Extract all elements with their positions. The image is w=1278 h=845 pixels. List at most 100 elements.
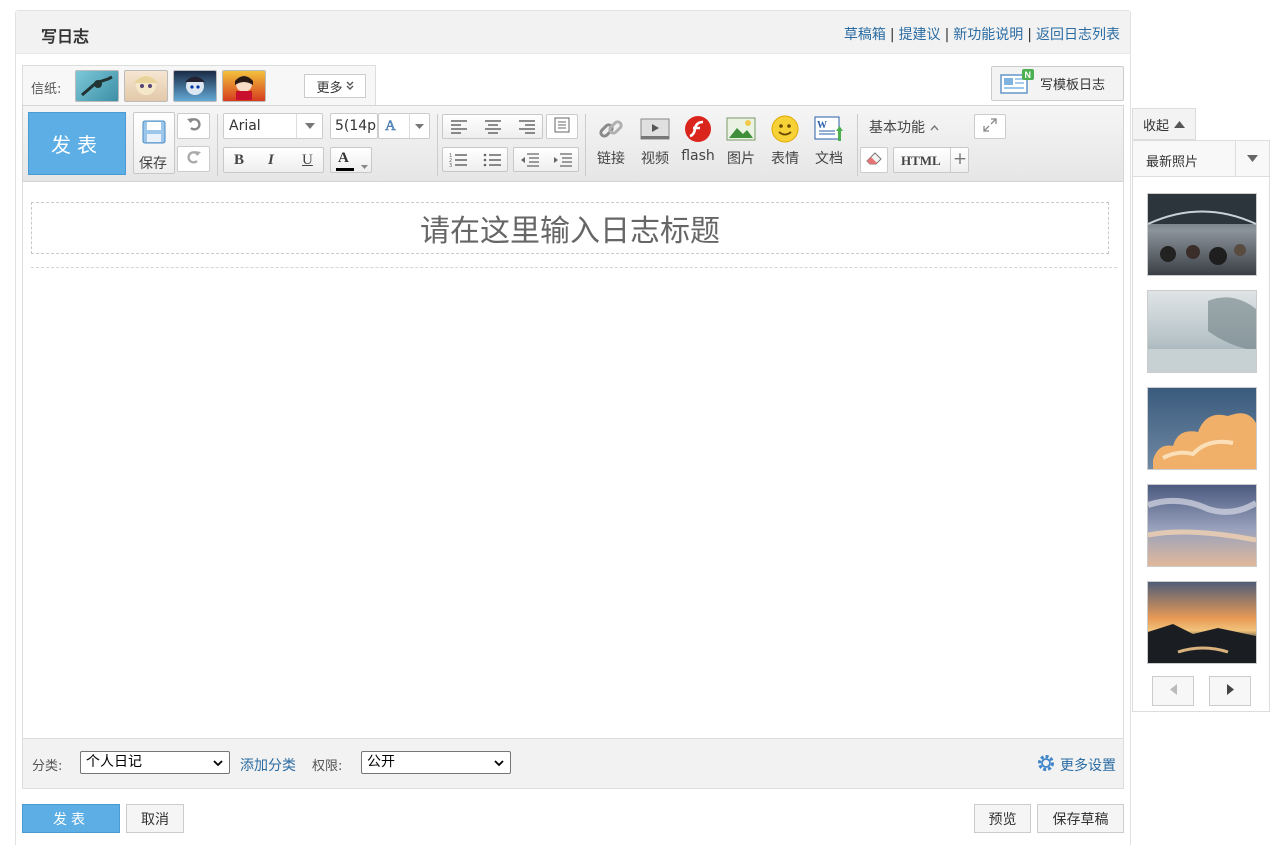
preview-button[interactable]: 预览 (974, 804, 1031, 833)
editor-area[interactable]: 请在这里输入日志标题 (22, 182, 1124, 738)
ordered-list-icon[interactable]: 123 (449, 153, 467, 171)
link-separator: | (889, 27, 895, 43)
add-category-link[interactable]: 添加分类 (240, 755, 296, 775)
insert-image-label: 图片 (727, 151, 755, 167)
category-select[interactable]: 个人日记 (80, 751, 230, 774)
font-size-value: 5(14px) (335, 118, 377, 134)
photo-thumbnail[interactable] (1147, 193, 1257, 276)
html-source-group: HTML + (893, 147, 969, 173)
basic-features-label: 基本功能 (869, 120, 925, 136)
chevron-up-icon (930, 119, 939, 135)
header-links: 草稿箱 | 提建议 | 新功能说明 | 返回日志列表 (844, 24, 1120, 44)
save-button[interactable]: 保存 (133, 112, 175, 174)
stationery-thumb[interactable] (124, 70, 168, 102)
underline-button[interactable]: U (302, 152, 313, 169)
photos-dropdown-button[interactable] (1235, 141, 1269, 176)
permission-select[interactable]: 公开 (361, 751, 511, 774)
toolbar-divider (585, 114, 586, 176)
flash-icon (683, 114, 713, 144)
plus-icon[interactable]: + (950, 148, 969, 172)
clear-format-button[interactable] (860, 147, 888, 173)
photo-thumbnail[interactable] (1147, 581, 1257, 664)
insert-video-label: 视频 (641, 151, 669, 167)
fullscreen-button[interactable] (974, 114, 1006, 139)
photo-thumbnail[interactable] (1147, 387, 1257, 470)
photos-title: 最新照片 (1146, 155, 1199, 170)
undo-button[interactable] (177, 113, 210, 139)
link-separator: | (944, 27, 950, 43)
insert-link-button[interactable]: 链接 (591, 114, 631, 168)
permission-value: 公开 (367, 754, 395, 770)
photos-next-button[interactable] (1209, 676, 1251, 706)
photo-thumbnail[interactable] (1147, 290, 1257, 373)
redo-icon (186, 149, 202, 169)
category-label: 分类: (32, 759, 63, 774)
align-center-icon[interactable] (485, 120, 501, 138)
drafts-link[interactable]: 草稿箱 (844, 27, 886, 43)
insert-document-button[interactable]: W 文档 (809, 114, 849, 168)
svg-text:N: N (1025, 70, 1032, 80)
font-effect-button[interactable]: A (378, 113, 430, 139)
insert-video-button[interactable]: 视频 (635, 114, 675, 168)
triangle-up-icon (1174, 117, 1185, 132)
outdent-icon[interactable] (521, 153, 539, 171)
unordered-list-icon[interactable] (483, 153, 501, 171)
indent-icon[interactable] (554, 153, 572, 171)
block-format-button[interactable] (546, 114, 578, 139)
insert-document-label: 文档 (815, 151, 843, 167)
stationery-thumb[interactable] (222, 70, 266, 102)
align-right-icon[interactable] (519, 120, 535, 138)
more-stationery-button[interactable]: 更多 (304, 74, 366, 98)
svg-text:A: A (385, 118, 396, 133)
toolbar-divider (217, 114, 218, 176)
new-features-link[interactable]: 新功能说明 (953, 27, 1023, 43)
publish-button-bottom[interactable]: 发表 (22, 804, 120, 833)
html-source-button[interactable]: HTML (901, 153, 941, 169)
cancel-button[interactable]: 取消 (126, 804, 184, 833)
triangle-down-icon (1247, 151, 1258, 166)
options-bar: 分类: 个人日记 添加分类 权限: 公开 更多设置 (22, 738, 1124, 789)
back-to-list-link[interactable]: 返回日志列表 (1036, 27, 1120, 43)
photo-thumbnail[interactable] (1147, 484, 1258, 567)
toolbar-divider (437, 114, 438, 176)
chevron-down-icon (361, 158, 368, 173)
permission-label: 权限: (312, 759, 343, 774)
save-draft-button[interactable]: 保存草稿 (1037, 804, 1124, 833)
page-title: 写日志 (41, 27, 90, 46)
floppy-disk-icon (141, 119, 167, 149)
write-template-journal-button[interactable]: N 写模板日志 (991, 66, 1124, 101)
expand-icon (983, 117, 997, 136)
photos-prev-button[interactable] (1152, 676, 1194, 706)
publish-button[interactable]: 发表 (28, 112, 126, 175)
align-left-icon[interactable] (451, 120, 467, 138)
font-size-select[interactable]: 5(14px) (330, 113, 378, 139)
basic-features-toggle[interactable]: 基本功能 (869, 117, 939, 137)
stationery-thumb[interactable] (173, 70, 217, 102)
recent-photos-panel: 最新照片 (1132, 140, 1270, 712)
italic-button[interactable]: I (268, 152, 274, 169)
alignment-group (442, 114, 543, 139)
word-doc-icon: W (814, 114, 844, 144)
photos-header: 最新照片 (1133, 141, 1269, 177)
svg-text:3: 3 (449, 163, 452, 167)
insert-emoji-button[interactable]: 表情 (765, 114, 805, 168)
insert-flash-label: flash (681, 148, 715, 164)
toolbar-divider (857, 114, 858, 176)
collapse-sidebar-button[interactable]: 收起 (1132, 108, 1196, 140)
journal-title-input[interactable]: 请在这里输入日志标题 (31, 202, 1109, 254)
font-family-select[interactable]: Arial (223, 113, 323, 139)
font-color-button[interactable]: A (330, 147, 372, 173)
stationery-bar: 信纸: 更多 (22, 65, 376, 105)
bold-button[interactable]: B (234, 152, 244, 169)
font-color-swatch (336, 168, 354, 171)
insert-image-button[interactable]: 图片 (721, 114, 761, 168)
chevron-down-icon (212, 755, 224, 776)
feedback-link[interactable]: 提建议 (899, 27, 941, 43)
redo-button[interactable] (177, 146, 210, 172)
font-color-letter: A (338, 150, 349, 166)
more-settings-link[interactable]: 更多设置 (1036, 753, 1116, 777)
insert-flash-button[interactable]: flash (678, 114, 718, 164)
paragraph-format-icon (554, 117, 570, 137)
stationery-thumb[interactable] (75, 70, 119, 102)
more-label: 更多 (316, 80, 343, 96)
